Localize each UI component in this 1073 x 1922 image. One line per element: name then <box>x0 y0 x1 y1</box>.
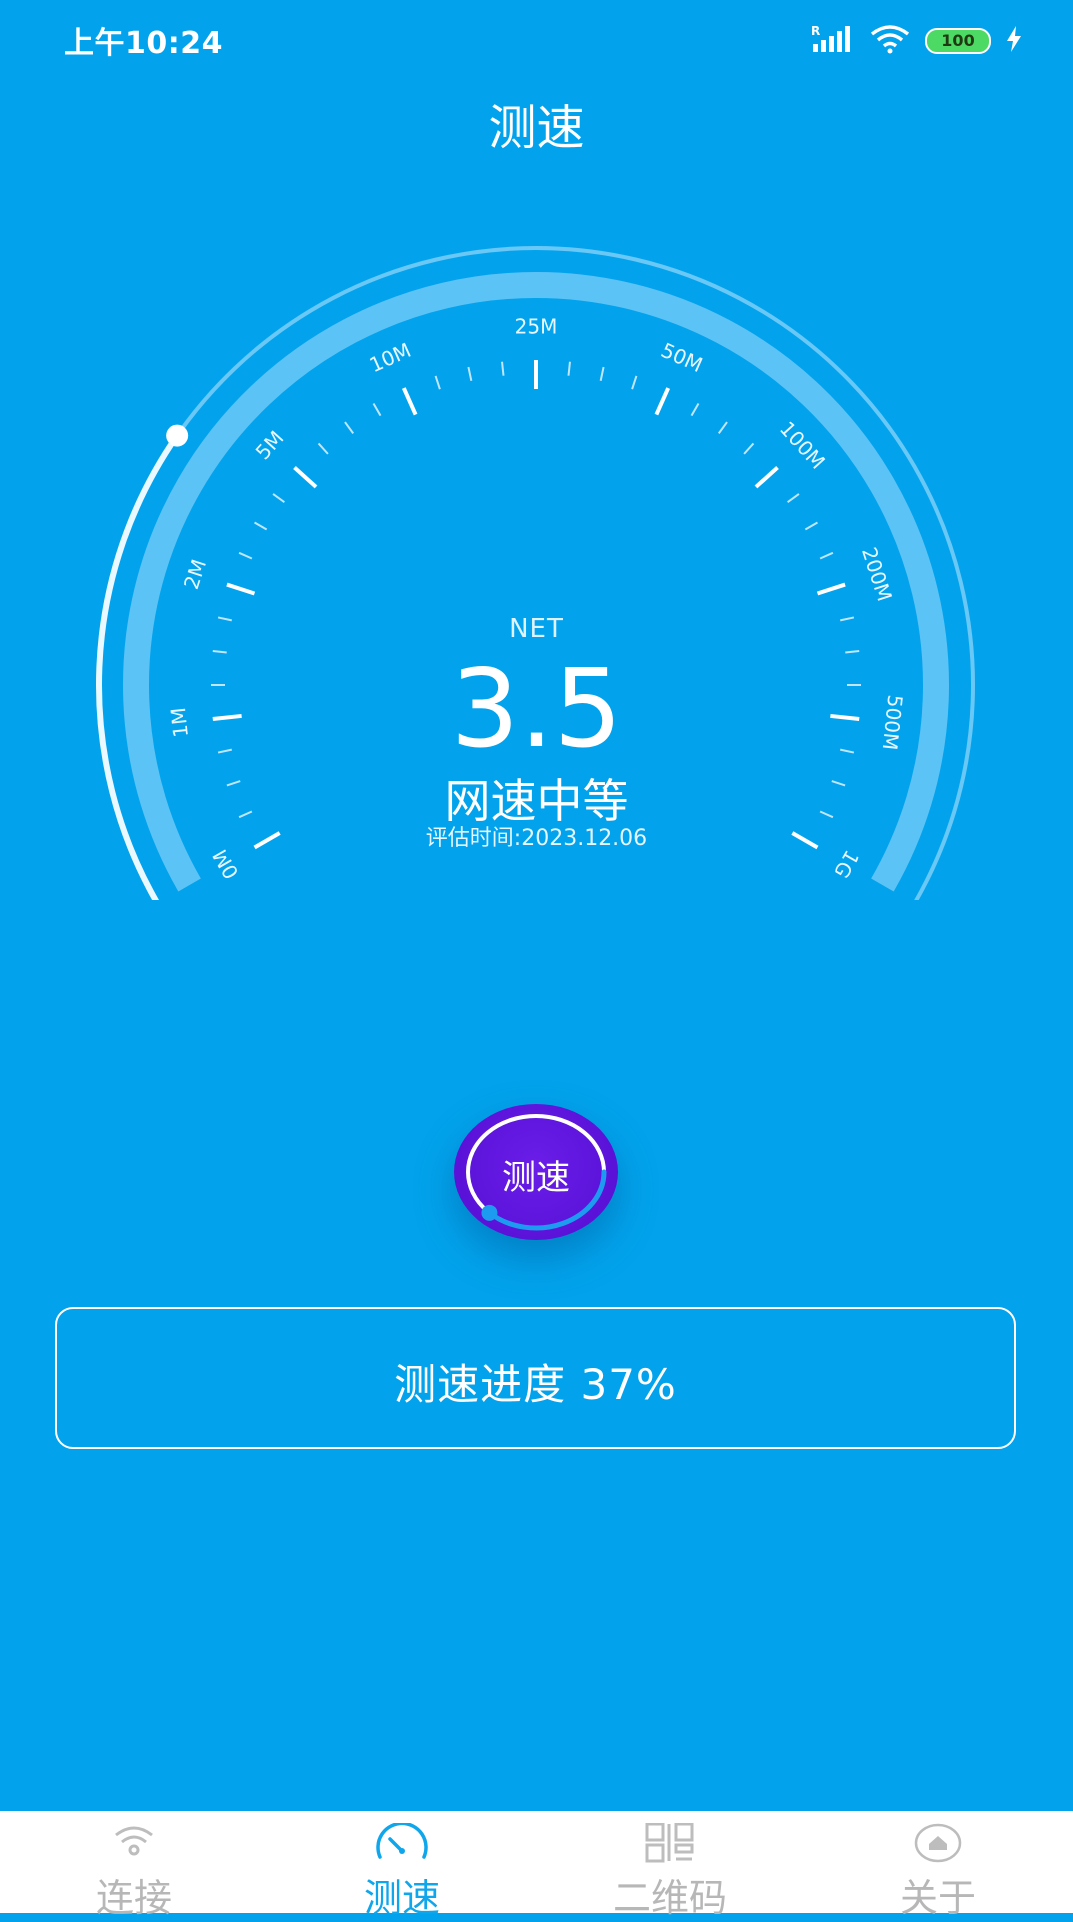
test-progress-text: 测速进度 37% <box>394 1360 677 1409</box>
tab-qr-code-label: 二维码 <box>612 1876 727 1920</box>
gauge-minor-tick <box>631 375 638 390</box>
gauge-scale-label: 50M <box>657 338 706 377</box>
qr-code-icon <box>645 1823 694 1863</box>
gauge-minor-tick <box>434 375 441 390</box>
wifi-icon <box>115 1826 153 1856</box>
gauge-indicator-knob <box>166 424 189 447</box>
tab-speed-test-label: 测速 <box>363 1876 440 1920</box>
net-label: NET <box>509 614 564 644</box>
gauge-minor-tick <box>599 366 605 382</box>
tab-connect[interactable]: 连接 <box>0 1811 268 1920</box>
gauge-scale-label: 25M <box>515 315 558 339</box>
gauge-scale-label: 2M <box>179 556 211 592</box>
gauge-major-tick <box>226 582 256 596</box>
tab-qr-code[interactable]: 二维码 <box>536 1811 804 1920</box>
tab-about-label: 关于 <box>899 1876 976 1920</box>
speedometer-icon <box>376 1823 428 1859</box>
test-progress-box: 测速进度 37% <box>55 1307 1016 1449</box>
gauge-minor-tick <box>467 366 473 382</box>
speed-value: 3.5 <box>450 647 623 772</box>
tab-about[interactable]: 关于 <box>804 1811 1072 1920</box>
gauge-major-tick <box>401 387 418 416</box>
gauge-minor-tick <box>743 442 755 455</box>
home-icon <box>914 1823 962 1863</box>
gauge-minor-tick <box>254 521 268 531</box>
gauge-minor-tick <box>804 521 818 531</box>
gauge-minor-tick <box>344 421 355 434</box>
gauge-major-tick <box>293 466 318 489</box>
gauge-minor-tick <box>819 551 834 560</box>
gauge-major-tick <box>654 387 671 416</box>
gauge-minor-tick <box>372 403 382 417</box>
tab-connect-label: 连接 <box>95 1876 172 1920</box>
gauge-scale-label: 5M <box>251 426 289 464</box>
gauge-scale-label: 10M <box>366 338 415 377</box>
start-speed-test-label: 测速 <box>502 1158 570 1198</box>
bottom-tab-bar: 连接 测速 二维码 关于 <box>0 1811 1073 1920</box>
tab-speed-test[interactable]: 测速 <box>268 1811 536 1920</box>
gauge-minor-tick <box>787 493 800 504</box>
gauge-scale-label: 200M <box>857 544 897 604</box>
gauge-minor-tick <box>501 361 505 376</box>
gauge-scale-label: 100M <box>775 416 830 473</box>
gauge-minor-tick <box>567 361 571 376</box>
gauge-major-tick <box>754 466 779 489</box>
gauge-minor-tick <box>690 403 700 417</box>
evaluation-time: 评估时间:2023.12.06 <box>425 826 648 851</box>
gauge-major-tick <box>816 582 846 596</box>
gauge-minor-tick <box>272 493 285 504</box>
start-speed-test-button[interactable]: 测速 <box>454 1104 618 1240</box>
gauge-minor-tick <box>238 551 253 560</box>
gauge-minor-tick <box>717 421 728 434</box>
gauge-minor-tick <box>317 442 329 455</box>
